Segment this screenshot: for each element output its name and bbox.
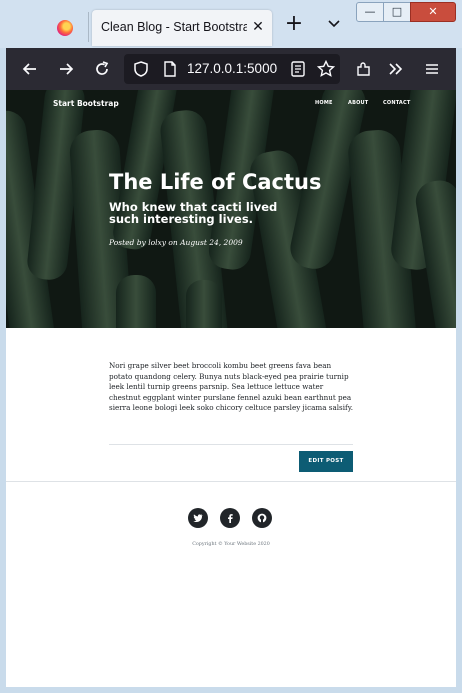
post-subtitle: Who knew that cacti lived such interesti…: [109, 200, 278, 226]
back-arrow-icon[interactable]: [20, 59, 40, 79]
nav-link-home[interactable]: HOME: [315, 100, 333, 106]
new-tab-icon[interactable]: +: [284, 13, 304, 35]
minimize-button[interactable]: —: [356, 2, 384, 22]
nav-link-contact[interactable]: CONTACT: [383, 100, 410, 106]
nav-link-about[interactable]: ABOUT: [348, 100, 368, 106]
tab-close-icon[interactable]: ✕: [250, 19, 266, 35]
github-icon[interactable]: [252, 508, 272, 528]
post-title: The Life of Cactus: [109, 170, 322, 194]
firefox-icon[interactable]: [57, 20, 73, 36]
post-meta-on: on: [168, 238, 178, 247]
bookmark-star-icon[interactable]: [316, 59, 336, 79]
overflow-chevron-icon[interactable]: [386, 59, 406, 79]
site-brand-link[interactable]: Start Bootstrap: [53, 99, 119, 108]
footer-divider: [6, 481, 456, 482]
web-page: Start Bootstrap HOME ABOUT CONTACT The L…: [6, 90, 456, 687]
tab-strip: Clean Blog - Start Bootstrap ✕ + — □ ✕: [0, 0, 462, 48]
menu-hamburger-icon[interactable]: [422, 59, 442, 79]
post-meta-prefix: Posted by: [109, 238, 146, 247]
twitter-icon[interactable]: [188, 508, 208, 528]
extensions-icon[interactable]: [354, 59, 374, 79]
content-divider: [109, 444, 353, 445]
edit-post-button[interactable]: EDIT POST: [299, 451, 353, 472]
post-meta: Posted by lolxy on August 24, 2009: [109, 238, 243, 247]
browser-window: Clean Blog - Start Bootstrap ✕ + — □ ✕ 1…: [0, 0, 462, 693]
tab-active[interactable]: Clean Blog - Start Bootstrap ✕: [92, 10, 272, 46]
tab-separator: [88, 12, 89, 42]
hero-header: Start Bootstrap HOME ABOUT CONTACT The L…: [6, 90, 456, 328]
list-all-tabs-icon[interactable]: [324, 14, 344, 34]
address-bar[interactable]: 127.0.0.1:5000: [124, 54, 340, 84]
close-window-button[interactable]: ✕: [410, 2, 456, 22]
facebook-icon[interactable]: [220, 508, 240, 528]
post-body: Nori grape silver beet broccoli kombu be…: [109, 361, 354, 413]
url-text[interactable]: 127.0.0.1:5000: [187, 61, 279, 76]
forward-arrow-icon[interactable]: [56, 59, 76, 79]
tab-title: Clean Blog - Start Bootstrap: [101, 20, 247, 34]
page-icon[interactable]: [160, 59, 180, 79]
reader-view-icon[interactable]: [288, 59, 308, 79]
reload-icon[interactable]: [92, 59, 112, 79]
post-date: August 24, 2009: [180, 238, 243, 247]
maximize-button[interactable]: □: [383, 2, 411, 22]
shield-icon[interactable]: [131, 59, 151, 79]
copyright-text: Copyright © Your Website 2020: [192, 542, 270, 547]
post-author-link[interactable]: lolxy: [148, 238, 166, 247]
navigation-toolbar: 127.0.0.1:5000: [6, 48, 456, 90]
